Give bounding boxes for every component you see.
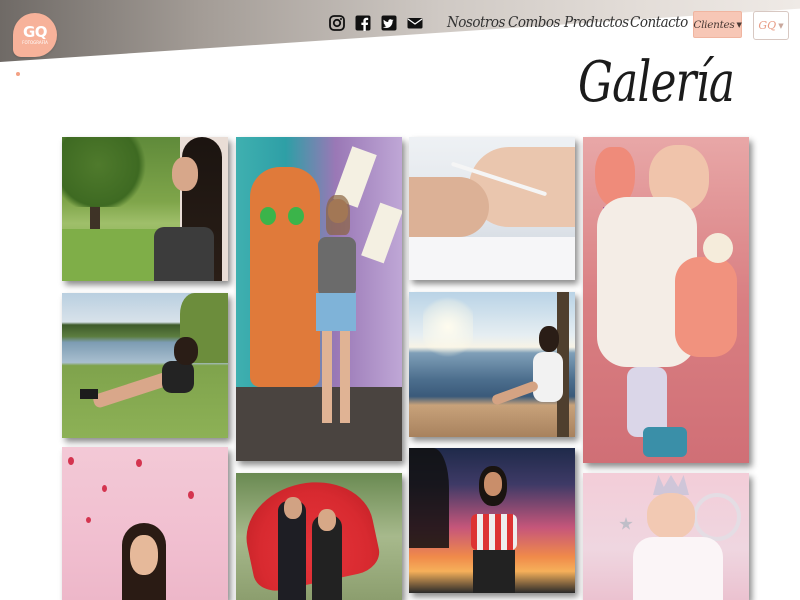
nav-productos[interactable]: Productos xyxy=(564,13,629,31)
page-title: Galería xyxy=(578,50,735,115)
logo-text: GQ xyxy=(22,23,48,41)
photo-couple-with-red-umbrella[interactable] xyxy=(236,473,402,600)
logo-drip xyxy=(16,72,20,76)
caret-down-icon: ▼ xyxy=(736,20,742,29)
gq-label: GQ xyxy=(758,19,777,32)
nav-nosotros[interactable]: Nosotros xyxy=(447,13,505,31)
photo-girl-on-grass-by-lake[interactable] xyxy=(62,293,228,438)
photo-girl-by-mural[interactable] xyxy=(236,137,402,461)
clientes-dropdown-button[interactable]: Clientes ▼ xyxy=(693,11,742,38)
caret-down-icon: ▼ xyxy=(778,21,784,30)
envelope-icon[interactable] xyxy=(406,14,424,32)
clientes-label: Clientes xyxy=(693,18,735,31)
nav-combos[interactable]: Combos xyxy=(508,13,560,31)
page: GQ FOTOGRAFÍA Nosotros Combos Productos … xyxy=(0,0,800,600)
photo-baby-with-tiara[interactable] xyxy=(583,473,749,600)
brand-logo[interactable]: GQ FOTOGRAFÍA xyxy=(13,13,57,57)
photo-sleeping-newborn[interactable] xyxy=(583,137,749,463)
nav-contacto[interactable]: Contacto xyxy=(630,13,688,31)
logo-subtext: FOTOGRAFÍA xyxy=(22,40,48,45)
facebook-icon[interactable] xyxy=(354,14,372,32)
twitter-icon[interactable] xyxy=(380,14,398,32)
photo-red-wall-portrait[interactable] xyxy=(62,447,228,600)
gq-dropdown-button[interactable]: GQ ▼ xyxy=(753,11,789,40)
instagram-icon[interactable] xyxy=(328,14,346,32)
photo-girl-on-beach[interactable] xyxy=(409,292,575,437)
photo-girl-at-sunset[interactable] xyxy=(409,448,575,593)
photo-girl-in-park[interactable] xyxy=(62,137,228,281)
photo-hands-with-rosary[interactable] xyxy=(409,137,575,280)
